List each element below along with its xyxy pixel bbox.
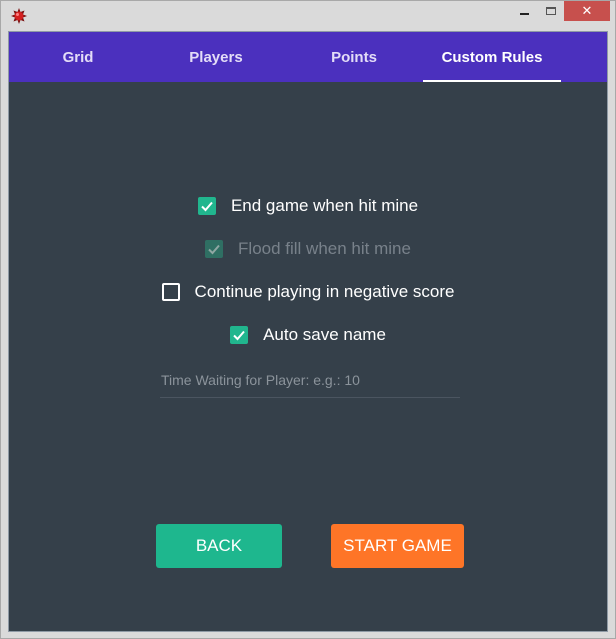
tab-custom-rules[interactable]: Custom Rules — [423, 32, 561, 82]
checkbox-checked-icon — [197, 197, 216, 215]
rule-label: Flood fill when hit mine — [238, 239, 411, 258]
custom-rules-panel: End game when hit mine Flood fill when h… — [9, 82, 607, 631]
minimize-button[interactable] — [511, 1, 537, 21]
mine-icon — [11, 8, 27, 24]
negative-score-checkbox[interactable]: Continue playing in negative score — [161, 282, 455, 302]
auto-save-name-checkbox[interactable]: Auto save name — [230, 325, 386, 345]
maximize-icon — [546, 7, 556, 15]
tab-label: Grid — [62, 48, 94, 66]
tab-label: Points — [331, 48, 377, 66]
rule-end-game-on-mine: End game when hit mine — [9, 194, 607, 218]
close-icon: ✕ — [581, 3, 593, 19]
tab-label: Custom Rules — [441, 48, 543, 66]
flood-fill-checkbox: Flood fill when hit mine — [205, 239, 411, 259]
rule-flood-fill-on-mine: Flood fill when hit mine — [9, 237, 607, 261]
tab-grid[interactable]: Grid — [9, 32, 147, 82]
client-area: Grid Players Points Custom Rules End gam… — [8, 31, 608, 632]
tab-points[interactable]: Points — [285, 32, 423, 82]
end-game-checkbox[interactable]: End game when hit mine — [197, 196, 419, 216]
checkbox-checked-icon — [205, 240, 224, 258]
rule-label: End game when hit mine — [230, 196, 419, 215]
checkbox-unchecked-icon — [161, 283, 180, 301]
rule-negative-score: Continue playing in negative score — [9, 280, 607, 304]
minimize-icon — [519, 13, 529, 15]
time-waiting-field — [160, 362, 460, 398]
tab-bar: Grid Players Points Custom Rules — [9, 32, 607, 82]
time-waiting-input[interactable] — [160, 362, 460, 397]
back-button[interactable]: BACK — [156, 524, 282, 568]
rule-auto-save-name: Auto save name — [9, 323, 607, 347]
title-bar[interactable]: ✕ — [1, 1, 615, 31]
rule-label: Continue playing in negative score — [194, 282, 455, 301]
maximize-button[interactable] — [538, 1, 564, 21]
tab-label: Players — [189, 48, 243, 66]
tab-players[interactable]: Players — [147, 32, 285, 82]
app-window: ✕ Grid Players Points Custom Rules End g… — [0, 0, 616, 639]
rule-label: Auto save name — [263, 325, 386, 344]
checkbox-checked-icon — [230, 326, 249, 344]
start-game-button[interactable]: START GAME — [331, 524, 464, 568]
close-button[interactable]: ✕ — [564, 1, 610, 21]
